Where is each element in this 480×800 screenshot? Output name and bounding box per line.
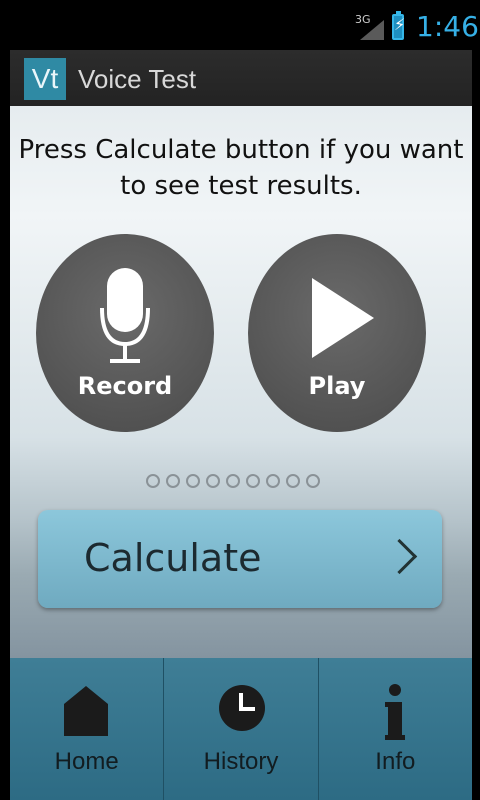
play-label: Play <box>308 372 366 400</box>
play-icon <box>312 278 374 358</box>
page-dot[interactable] <box>306 474 320 488</box>
nav-label-info: Info <box>375 748 416 775</box>
calculate-label: Calculate <box>84 536 262 580</box>
charging-icon: ⚡ <box>394 15 406 34</box>
home-icon <box>64 686 108 736</box>
main-content: Press Calculate button if you want to se… <box>10 106 472 658</box>
page-dot[interactable] <box>206 474 220 488</box>
page-dot[interactable] <box>246 474 260 488</box>
page-dot[interactable] <box>186 474 200 488</box>
nav-label-history: History <box>203 748 279 775</box>
calculate-button[interactable]: Calculate <box>38 510 442 608</box>
page-dot[interactable] <box>286 474 300 488</box>
page-dot[interactable] <box>226 474 240 488</box>
nav-item-info[interactable]: Info <box>319 658 472 800</box>
play-button[interactable]: Play <box>248 234 426 432</box>
chevron-right-icon <box>381 538 418 575</box>
nav-item-home[interactable]: Home <box>10 658 165 800</box>
signal-icon <box>360 20 384 40</box>
nav-item-history[interactable]: History <box>164 658 319 800</box>
app-title: Voice Test <box>78 64 197 94</box>
app-logo[interactable]: Vt <box>24 58 66 100</box>
page-dot[interactable] <box>146 474 160 488</box>
instruction-text: Press Calculate button if you want to se… <box>18 135 464 201</box>
record-label: Record <box>77 372 173 400</box>
nav-label-home: Home <box>54 748 119 775</box>
microphone-icon <box>100 268 150 363</box>
status-time: 1:46 <box>416 10 479 43</box>
info-icon <box>384 684 405 740</box>
status-bar: 3G ⚡ 1:46 <box>0 0 480 50</box>
page-dot[interactable] <box>166 474 180 488</box>
clock-icon <box>219 685 266 731</box>
page-indicator <box>146 474 320 488</box>
phone-screen: 3G ⚡ 1:46 Vt Voice Test Press Calculate … <box>0 0 480 800</box>
bottom-navigation: Home History Info <box>10 658 472 800</box>
action-bar: Vt Voice Test <box>10 50 472 106</box>
record-button[interactable]: Record <box>36 234 214 432</box>
page-dot[interactable] <box>266 474 280 488</box>
